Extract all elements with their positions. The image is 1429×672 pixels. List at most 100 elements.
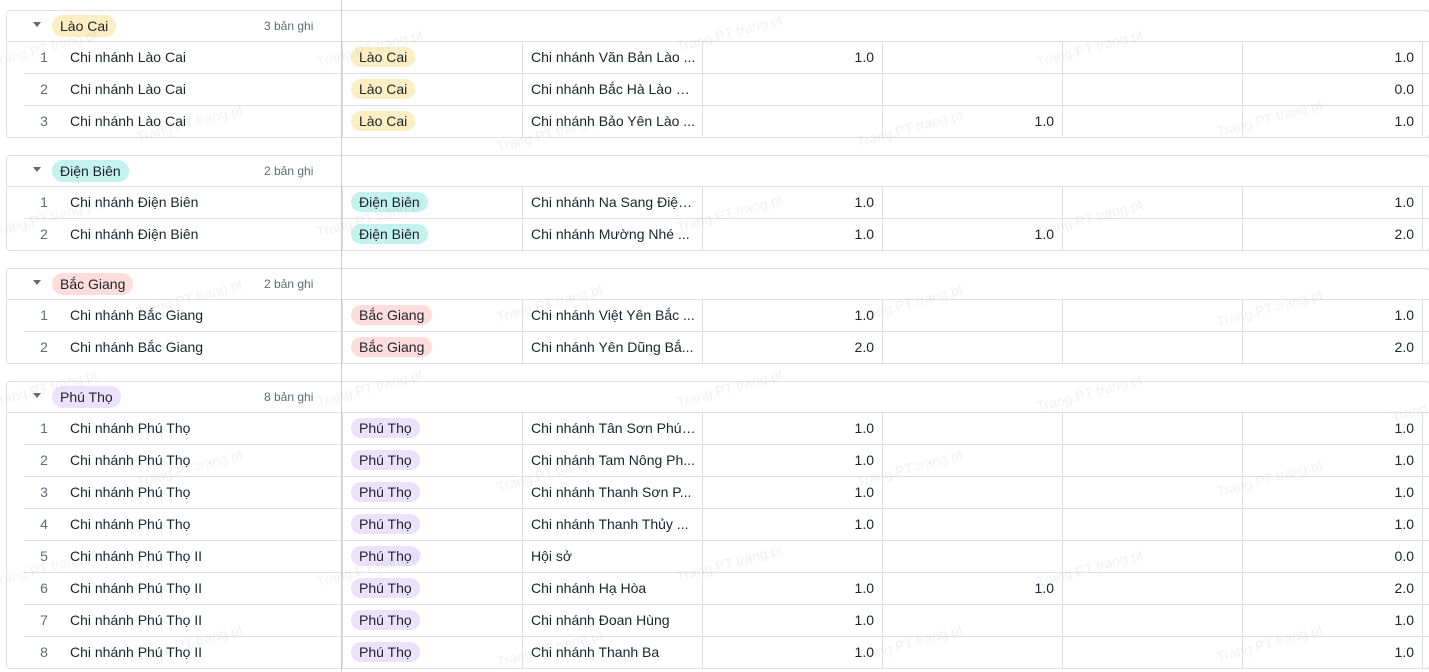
value-cell-2[interactable] — [882, 332, 1062, 363]
value-cell-1[interactable]: 1.0 — [702, 219, 882, 250]
value-cell-1[interactable]: 1.0 — [702, 300, 882, 331]
frozen-column-divider[interactable] — [341, 0, 342, 672]
table-row[interactable]: 8 Chi nhánh Phú Thọ II Phú Thọ Chi nhánh Th… — [24, 637, 1429, 669]
value-cell-2[interactable] — [882, 605, 1062, 636]
value-cell-1[interactable] — [702, 74, 882, 105]
value-cell-1[interactable] — [702, 106, 882, 137]
province-cell[interactable]: Bắc Giang — [342, 332, 522, 363]
branch-group-cell[interactable]: Chi nhánh Phú Thọ — [70, 477, 340, 508]
total-cell[interactable]: 2.0 — [1242, 332, 1422, 363]
province-cell[interactable]: Điện Biên — [342, 187, 522, 218]
total-cell[interactable]: 1.0 — [1242, 300, 1422, 331]
branch-group-cell[interactable]: Chi nhánh Điện Biên — [70, 219, 340, 250]
value-cell-1[interactable]: 1.0 — [702, 573, 882, 604]
total-cell[interactable]: 1.0 — [1242, 187, 1422, 218]
table-row[interactable]: 2 Chi nhánh Điện Biên Điện Biên Chi nhánh M… — [24, 219, 1429, 251]
total-cell[interactable]: 0.0 — [1242, 541, 1422, 572]
branch-group-cell[interactable]: Chi nhánh Phú Thọ — [70, 445, 340, 476]
province-cell[interactable]: Phú Thọ — [342, 605, 522, 636]
table-row[interactable]: 1 Chi nhánh Điện Biên Điện Biên Chi nhánh N… — [24, 187, 1429, 219]
group-header[interactable]: Lào Cai 3 bản ghi — [6, 10, 1429, 42]
table-row[interactable]: 3 Chi nhánh Phú Thọ Phú Thọ Chi nhánh Thanh… — [24, 477, 1429, 509]
province-cell[interactable]: Phú Thọ — [342, 413, 522, 444]
group-header[interactable]: Bắc Giang 2 bản ghi — [6, 268, 1429, 300]
branch-name-cell[interactable]: Chi nhánh Hạ Hòa — [522, 573, 702, 604]
branch-name-cell[interactable]: Chi nhánh Văn Bản Lào ... — [522, 42, 702, 73]
branch-name-cell[interactable]: Chi nhánh Thanh Sơn P... — [522, 477, 702, 508]
table-row[interactable]: 4 Chi nhánh Phú Thọ Phú Thọ Chi nhánh Thanh… — [24, 509, 1429, 541]
value-cell-3[interactable] — [1062, 413, 1242, 444]
branch-name-cell[interactable]: Chi nhánh Tam Nông Ph... — [522, 445, 702, 476]
value-cell-2[interactable] — [882, 637, 1062, 668]
total-cell[interactable]: 1.0 — [1242, 637, 1422, 668]
province-cell[interactable]: Lào Cai — [342, 42, 522, 73]
branch-name-cell[interactable]: Chi nhánh Yên Dũng Bắ... — [522, 332, 702, 363]
branch-group-cell[interactable]: Chi nhánh Bắc Giang — [70, 300, 340, 331]
value-cell-1[interactable]: 1.0 — [702, 509, 882, 540]
value-cell-3[interactable] — [1062, 300, 1242, 331]
value-cell-2[interactable]: 1.0 — [882, 573, 1062, 604]
total-cell[interactable]: 1.0 — [1242, 605, 1422, 636]
value-cell-2[interactable]: 1.0 — [882, 106, 1062, 137]
total-cell[interactable]: 1.0 — [1242, 106, 1422, 137]
value-cell-3[interactable] — [1062, 477, 1242, 508]
branch-group-cell[interactable]: Chi nhánh Bắc Giang — [70, 332, 340, 363]
table-row[interactable]: 3 Chi nhánh Lào Cai Lào Cai Chi nhánh Bảo Y… — [24, 106, 1429, 138]
branch-group-cell[interactable]: Chi nhánh Lào Cai — [70, 74, 340, 105]
value-cell-3[interactable] — [1062, 605, 1242, 636]
branch-group-cell[interactable]: Chi nhánh Phú Thọ II — [70, 605, 340, 636]
total-cell[interactable]: 2.0 — [1242, 219, 1422, 250]
value-cell-2[interactable]: 1.0 — [882, 219, 1062, 250]
value-cell-2[interactable] — [882, 74, 1062, 105]
table-row[interactable]: 2 Chi nhánh Lào Cai Lào Cai Chi nhánh Bắc H… — [24, 74, 1429, 106]
value-cell-2[interactable] — [882, 300, 1062, 331]
total-cell[interactable]: 1.0 — [1242, 42, 1422, 73]
province-cell[interactable]: Phú Thọ — [342, 445, 522, 476]
value-cell-3[interactable] — [1062, 42, 1242, 73]
table-row[interactable]: 1 Chi nhánh Phú Thọ Phú Thọ Chi nhánh Tân S… — [24, 413, 1429, 445]
branch-name-cell[interactable]: Chi nhánh Na Sang Điện... — [522, 187, 702, 218]
table-row[interactable]: 6 Chi nhánh Phú Thọ II Phú Thọ Chi nhánh Hạ… — [24, 573, 1429, 605]
group-header[interactable]: Phú Thọ 8 bản ghi — [6, 381, 1429, 413]
value-cell-1[interactable]: 1.0 — [702, 187, 882, 218]
branch-group-cell[interactable]: Chi nhánh Phú Thọ II — [70, 541, 340, 572]
value-cell-1[interactable] — [702, 541, 882, 572]
group-header[interactable]: Điện Biên 2 bản ghi — [6, 155, 1429, 187]
value-cell-1[interactable]: 1.0 — [702, 42, 882, 73]
value-cell-2[interactable] — [882, 541, 1062, 572]
province-cell[interactable]: Lào Cai — [342, 74, 522, 105]
value-cell-3[interactable] — [1062, 106, 1242, 137]
total-cell[interactable]: 1.0 — [1242, 445, 1422, 476]
value-cell-3[interactable] — [1062, 509, 1242, 540]
province-cell[interactable]: Phú Thọ — [342, 509, 522, 540]
province-cell[interactable]: Điện Biên — [342, 219, 522, 250]
province-cell[interactable]: Lào Cai — [342, 106, 522, 137]
value-cell-2[interactable] — [882, 413, 1062, 444]
branch-name-cell[interactable]: Chi nhánh Bảo Yên Lào ... — [522, 106, 702, 137]
total-cell[interactable]: 1.0 — [1242, 509, 1422, 540]
value-cell-1[interactable]: 1.0 — [702, 605, 882, 636]
branch-group-cell[interactable]: Chi nhánh Phú Thọ — [70, 509, 340, 540]
total-cell[interactable]: 0.0 — [1242, 74, 1422, 105]
table-row[interactable]: 1 Chi nhánh Bắc Giang Bắc Giang Chi nhánh V… — [24, 300, 1429, 332]
value-cell-2[interactable] — [882, 509, 1062, 540]
table-row[interactable]: 2 Chi nhánh Bắc Giang Bắc Giang Chi nhánh Y… — [24, 332, 1429, 364]
value-cell-3[interactable] — [1062, 541, 1242, 572]
value-cell-1[interactable]: 1.0 — [702, 637, 882, 668]
branch-name-cell[interactable]: Chi nhánh Tân Sơn Phú ... — [522, 413, 702, 444]
branch-group-cell[interactable]: Chi nhánh Lào Cai — [70, 42, 340, 73]
value-cell-3[interactable] — [1062, 187, 1242, 218]
value-cell-2[interactable] — [882, 477, 1062, 508]
branch-name-cell[interactable]: Chi nhánh Việt Yên Bắc ... — [522, 300, 702, 331]
branch-group-cell[interactable]: Chi nhánh Điện Biên — [70, 187, 340, 218]
table-row[interactable]: 1 Chi nhánh Lào Cai Lào Cai Chi nhánh Văn B… — [24, 42, 1429, 74]
table-row[interactable]: 7 Chi nhánh Phú Thọ II Phú Thọ Chi nhánh Đo… — [24, 605, 1429, 637]
province-cell[interactable]: Phú Thọ — [342, 477, 522, 508]
table-row[interactable]: 2 Chi nhánh Phú Thọ Phú Thọ Chi nhánh Tam N… — [24, 445, 1429, 477]
total-cell[interactable]: 1.0 — [1242, 413, 1422, 444]
collapse-caret-icon[interactable] — [33, 167, 41, 172]
branch-group-cell[interactable]: Chi nhánh Phú Thọ II — [70, 573, 340, 604]
branch-group-cell[interactable]: Chi nhánh Lào Cai — [70, 106, 340, 137]
total-cell[interactable]: 1.0 — [1242, 477, 1422, 508]
value-cell-3[interactable] — [1062, 637, 1242, 668]
